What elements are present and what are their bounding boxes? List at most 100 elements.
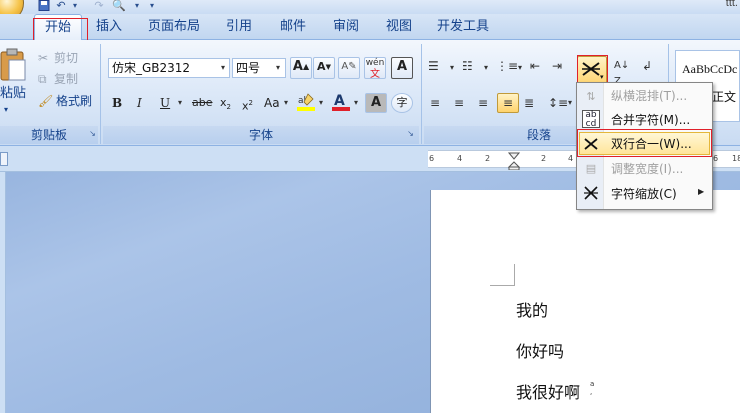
subscript-icon[interactable]: x2 [220,95,231,115]
phonetic-guide-label: wén [365,58,385,68]
menu-item-highlight-box [577,129,712,157]
ruler-tick: 2 [485,154,491,163]
font-color-icon[interactable]: A [331,92,351,112]
show-hide-marks-icon[interactable]: ↲ [642,58,652,74]
tab-review[interactable]: 审阅 [329,14,363,40]
character-border-icon[interactable]: A [391,57,413,79]
ruler-tick: 6 [429,154,435,163]
style-name-normal[interactable]: 正文 [712,88,736,105]
phonetic-guide-icon[interactable]: wén 文 [364,57,386,80]
document-title: ttt. [725,0,738,9]
ruler-tick: 2 [541,154,547,163]
font-color-dropdown-icon[interactable]: ▾ [354,98,358,107]
document-line[interactable]: 你好吗 [516,338,564,362]
cut-button[interactable]: 剪切 [54,50,78,66]
decrease-indent-icon[interactable]: ⇤ [530,58,540,74]
tab-page-layout[interactable]: 页面布局 [144,14,204,40]
tab-selector-icon[interactable] [0,152,8,166]
group-separator [421,44,422,144]
style-sample: AaBbCcDc [682,62,738,76]
clipboard-group-label: 剪贴板 [0,126,98,144]
redo-icon[interactable]: ↷ [92,0,106,12]
bullets-icon[interactable]: ☰ [428,58,439,74]
copy-icon: ⧉ [38,72,47,86]
enclose-characters-label: 字 [396,96,408,109]
underline-dropdown-icon[interactable]: ▾ [178,98,182,107]
paste-dropdown-icon[interactable]: ▾ [4,102,8,118]
bold-icon[interactable]: B [112,95,122,111]
svg-text:A: A [334,93,345,109]
copy-button[interactable]: 复制 [54,71,78,87]
title-bar [0,0,740,14]
document-line[interactable]: 我很好啊 [516,379,580,403]
undo-icon[interactable]: ↶ [54,0,68,12]
clear-formatting-icon[interactable]: A✎ [338,57,360,79]
text-cursor-icon: a, [590,380,595,396]
tab-insert[interactable]: 插入 [92,14,126,40]
strikethrough-icon[interactable]: abe [192,95,213,111]
document-line[interactable]: 我的 [516,297,548,321]
justify-icon[interactable]: ≡ [497,93,519,113]
character-shading-label: A [370,95,382,110]
distributed-icon[interactable]: ≣ [524,95,534,111]
group-separator [100,44,101,144]
cut-icon: ✂ [38,51,49,65]
vertical-ruler [0,172,6,413]
align-right-icon[interactable]: ≡ [478,95,488,111]
ruler-tick: 6 [713,154,719,163]
font-group-label: 字体 [103,126,419,144]
print-preview-icon[interactable]: 🔍 [112,0,126,12]
italic-icon[interactable]: I [137,95,142,111]
paste-label[interactable]: 粘贴 [0,86,26,102]
shrink-font-icon[interactable]: A▼ [313,57,335,79]
bullets-dropdown-icon[interactable]: ▾ [450,63,454,72]
font-size-value: 四号 [236,61,261,75]
character-border-label: A [396,59,408,74]
font-size-dropdown-icon[interactable]: ▾ [276,63,280,72]
print-preview-dropdown-icon[interactable]: ▾ [130,0,144,12]
tab-references[interactable]: 引用 [222,14,256,40]
clipboard-dialog-launcher-icon[interactable]: ↘ [88,129,97,138]
document-page[interactable] [430,190,740,413]
superscript-icon[interactable]: x2 [242,95,253,115]
submenu-arrow-icon: ▶ [698,187,705,196]
numbering-icon[interactable]: ☷ [462,58,473,74]
ruler-tick: 4 [568,154,574,163]
line-spacing-icon[interactable]: ↕≡ [548,95,568,111]
font-name-dropdown-icon[interactable]: ▾ [221,63,225,72]
character-shading-icon[interactable]: A [365,93,387,113]
paste-icon[interactable] [0,46,26,82]
change-case-dropdown-icon[interactable]: ▾ [284,98,288,107]
menu-item-character-scaling[interactable]: 字符缩放(C) [578,182,712,206]
menu-item-vertical-horizontal[interactable]: 纵横混排(T)... [578,84,712,108]
margin-corner-mark [490,264,515,286]
multilevel-list-icon[interactable]: ⋮≡ [496,58,518,74]
menu-item-adjust-width[interactable]: 调整宽度(I)... [578,157,712,181]
ruler-tick: 18 [732,154,740,163]
underline-icon[interactable]: U [160,95,170,111]
tab-view[interactable]: 视图 [382,14,416,40]
increase-indent-icon[interactable]: ⇥ [552,58,562,74]
grow-font-icon[interactable]: A▲ [290,57,312,79]
save-icon[interactable] [37,0,51,12]
line-spacing-dropdown-icon[interactable]: ▾ [568,98,572,107]
format-painter-icon: 🖌 [38,94,54,108]
indent-marker-icon[interactable] [507,152,521,171]
font-dialog-launcher-icon[interactable]: ↘ [406,129,415,138]
customize-toolbar-icon[interactable]: ▾ [145,0,159,12]
change-case-icon[interactable]: Aa [264,95,280,111]
numbering-dropdown-icon[interactable]: ▾ [484,63,488,72]
ruler-tick: 4 [457,154,463,163]
align-center-icon[interactable]: ≡ [454,95,464,111]
tab-mailings[interactable]: 邮件 [276,14,310,40]
tab-developer[interactable]: 开发工具 [434,14,492,40]
text-highlight-color-icon[interactable]: ab [296,92,316,112]
enclose-characters-icon[interactable]: 字 [391,93,413,113]
highlight-dropdown-icon[interactable]: ▾ [319,98,323,107]
undo-dropdown-icon[interactable]: ▾ [68,0,82,12]
font-name-combo[interactable]: 仿宋_GB2312 [108,58,230,78]
format-painter-button[interactable]: 格式刷 [56,93,92,109]
align-left-icon[interactable]: ≡ [430,95,440,111]
font-name-value: 仿宋_GB2312 [112,61,191,75]
multilevel-list-dropdown-icon[interactable]: ▾ [518,63,522,72]
